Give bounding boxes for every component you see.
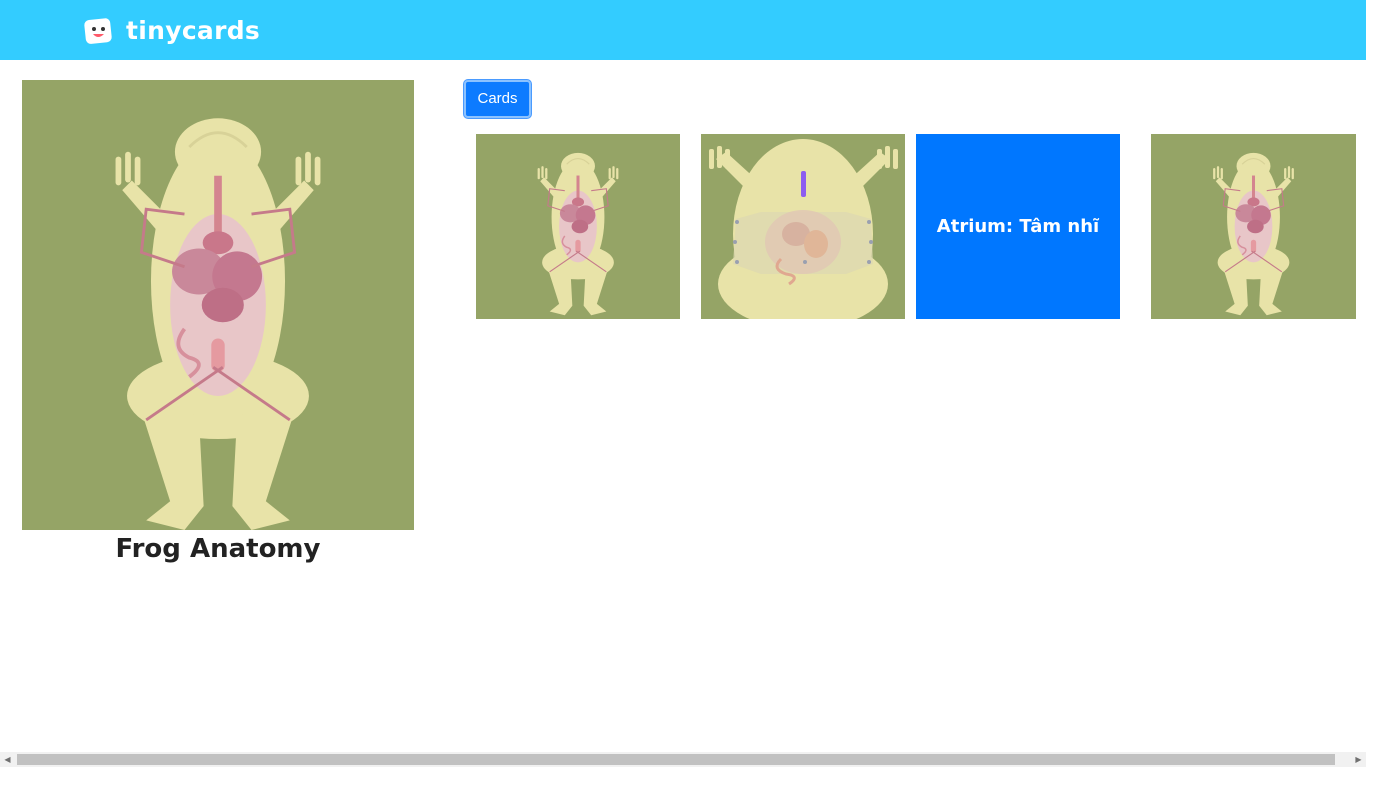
deck-title: Frog Anatomy — [115, 534, 321, 564]
frog-anatomy-icon — [1212, 152, 1295, 316]
scrollbar-thumb[interactable] — [17, 754, 1335, 765]
card-text: Atrium: Tâm nhĩ — [936, 216, 1100, 237]
scroll-right-arrow-icon[interactable]: ▶ — [1351, 752, 1366, 767]
frog-dissection-icon — [709, 139, 898, 319]
tinycards-logo[interactable]: tinycards — [82, 15, 260, 47]
tinycards-logo-icon — [84, 18, 112, 44]
frog-anatomy-icon — [536, 152, 620, 316]
cards-tab-button[interactable]: Cards — [464, 80, 531, 118]
card-1[interactable] — [476, 134, 680, 319]
card-2[interactable] — [701, 134, 905, 319]
card-3[interactable]: Atrium: Tâm nhĩ — [916, 134, 1120, 319]
horizontal-scrollbar[interactable]: ◀ ▶ — [0, 752, 1366, 767]
scroll-left-arrow-icon[interactable]: ◀ — [0, 752, 15, 767]
card-4[interactable] — [1151, 134, 1356, 319]
top-bar: tinycards — [0, 0, 1366, 60]
frog-anatomy-icon — [113, 116, 323, 530]
brand-name: tinycards — [126, 16, 261, 45]
deck-cover-image — [22, 80, 414, 530]
